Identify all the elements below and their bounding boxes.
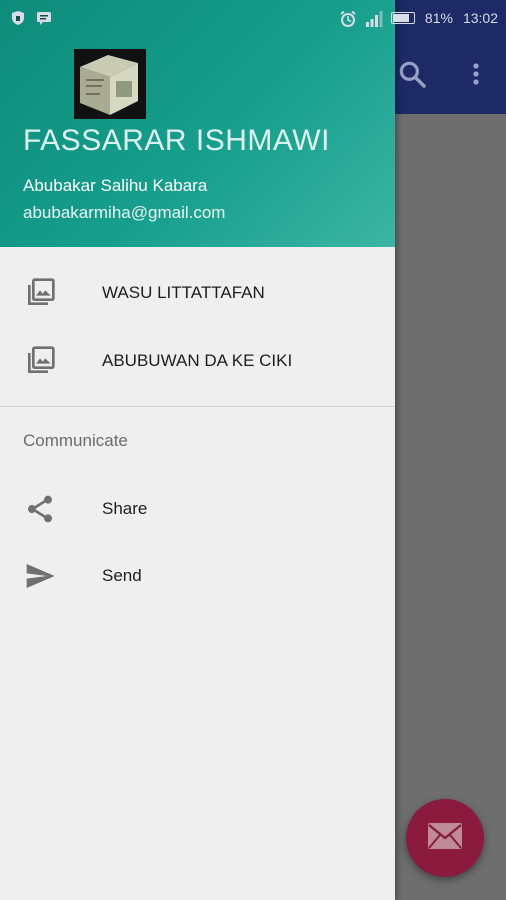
alarm-icon [339,10,356,27]
send-icon [24,560,56,592]
share-icon [24,493,56,525]
search-icon[interactable] [396,58,428,90]
section-header-communicate: Communicate [23,431,128,450]
clock: 13:02 [462,10,498,26]
drawer-item-label: Send [102,566,142,585]
battery-percent: 81% [424,10,453,26]
drawer-item-share[interactable]: Share [0,476,395,542]
photo-library-icon [24,277,56,309]
book-cover-image [74,49,146,119]
status-bar: 81% 13:02 [0,0,506,36]
battery-icon [390,12,415,24]
signal-icon [365,10,383,27]
drawer-item-wasu-littattafan[interactable]: WASU LITTATTAFAN [0,260,395,326]
drawer-item-send[interactable]: Send [0,543,395,609]
mail-icon [427,822,463,854]
photo-library-icon [24,345,56,377]
user-email: abubakarmiha@gmail.com [23,203,226,222]
compose-mail-button[interactable] [406,799,484,877]
shield-icon [10,10,26,26]
battery-level [392,14,409,22]
drawer-header: FASSARAR ISHMAWI Abubakar Salihu Kabara … [0,0,395,247]
drawer-item-label: WASU LITTATTAFAN [102,283,265,302]
drawer-item-abubuwan-da-ke-ciki[interactable]: ABUBUWAN DA KE CIKI [0,328,395,394]
divider [0,406,395,407]
message-icon [36,10,52,26]
drawer-item-label: Share [102,499,148,518]
avatar[interactable] [74,49,146,119]
navigation-drawer: FASSARAR ISHMAWI Abubakar Salihu Kabara … [0,0,395,900]
drawer-item-label: ABUBUWAN DA KE CIKI [102,351,293,370]
user-name: Abubakar Salihu Kabara [23,176,208,195]
drawer-title: FASSARAR ISHMAWI [23,124,330,157]
more-vert-icon[interactable] [466,58,486,90]
